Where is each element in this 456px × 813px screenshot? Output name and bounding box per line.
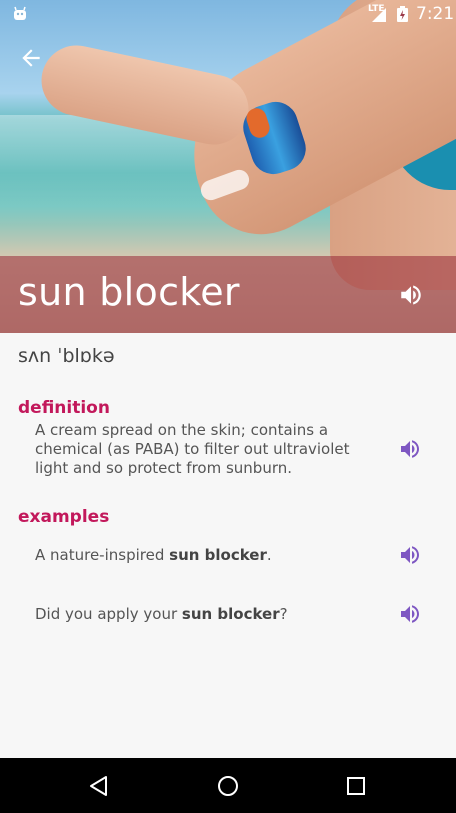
android-notification-icon	[14, 6, 26, 20]
example-sentence: A nature-inspired sun blocker.	[35, 546, 272, 564]
volume-up-icon[interactable]	[398, 602, 422, 626]
arrow-left-icon[interactable]	[18, 45, 44, 71]
pronunciation: sʌn ˈblɒkə	[18, 345, 115, 367]
signal-icon	[372, 8, 386, 22]
definition-text: A cream spread on the skin; contains a c…	[35, 421, 350, 477]
examples-heading: examples	[18, 507, 110, 527]
example-term: sun blocker	[181, 605, 280, 623]
word-title: sun blocker	[18, 270, 240, 314]
back-triangle-icon[interactable]	[88, 775, 110, 797]
battery-charging-icon	[397, 6, 408, 22]
volume-up-icon[interactable]	[398, 543, 422, 567]
recents-square-icon[interactable]	[345, 775, 367, 797]
status-bar: LTE 7:21	[0, 0, 456, 28]
home-circle-icon[interactable]	[217, 775, 239, 797]
definition-heading: definition	[18, 398, 110, 418]
navigation-bar	[0, 758, 456, 813]
volume-up-icon[interactable]	[398, 282, 424, 308]
example-term: sun blocker	[169, 546, 267, 564]
example-sentence: Did you apply your sun blocker?	[35, 605, 288, 623]
volume-up-icon[interactable]	[398, 437, 422, 461]
clock: 7:21	[416, 4, 455, 24]
